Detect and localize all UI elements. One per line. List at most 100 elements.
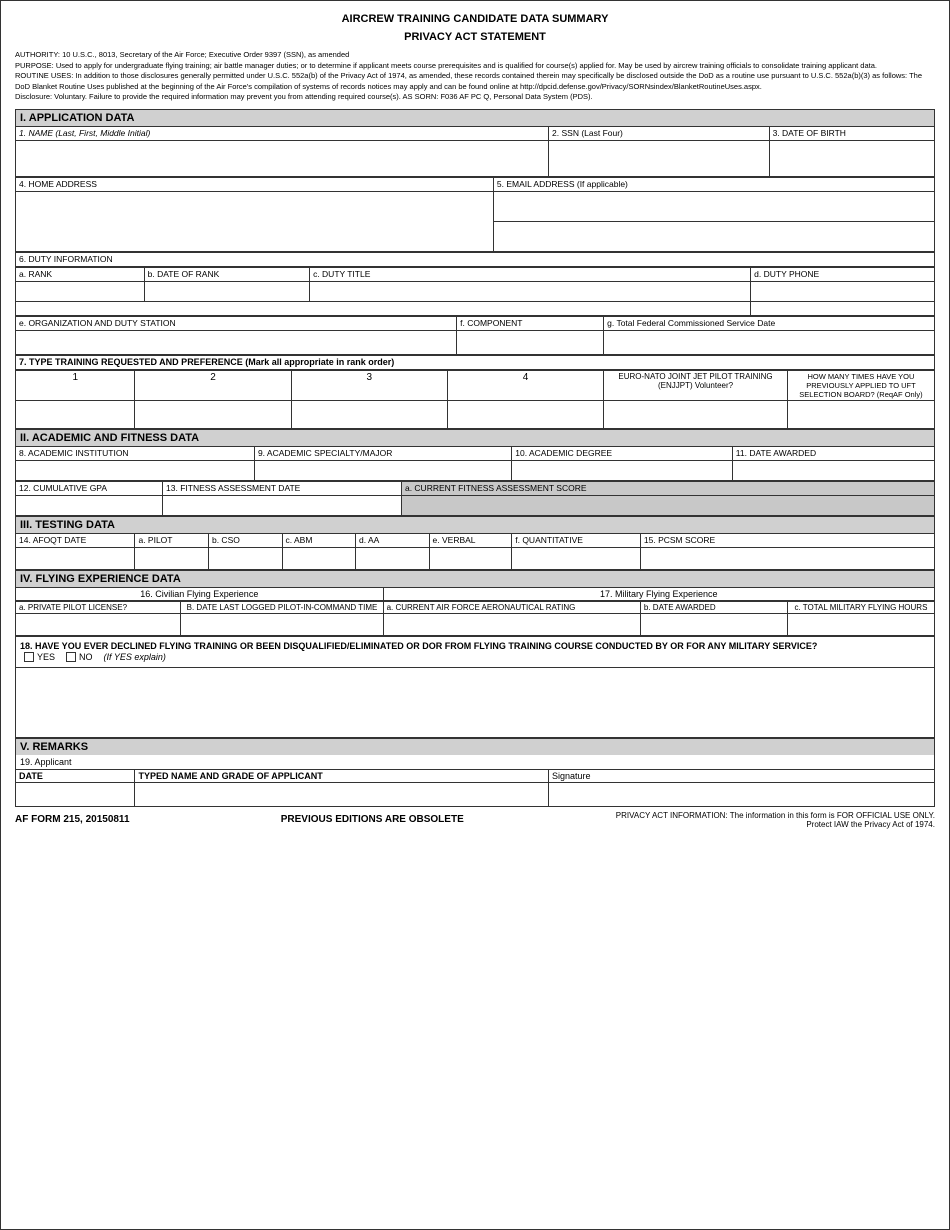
signature-label: Signature <box>552 771 591 781</box>
rank-input[interactable] <box>16 281 145 301</box>
date-sig-label-cell: DATE <box>16 769 135 782</box>
type-training-label-table: 7. TYPE TRAINING REQUESTED AND PREFERENC… <box>15 355 935 370</box>
fitness-date-label-cell: 13. FITNESS ASSESSMENT DATE <box>163 481 402 495</box>
total-military-label: c. TOTAL MILITARY FLYING HOURS <box>795 603 928 612</box>
address-email-table: 4. HOME ADDRESS 5. EMAIL ADDRESS (If app… <box>15 177 935 252</box>
component-label: f. COMPONENT <box>460 318 600 328</box>
fitness-score-label-cell: a. CURRENT FITNESS ASSESSMENT SCORE <box>401 481 934 495</box>
section-ii-header: II. ACADEMIC AND FITNESS DATA <box>15 429 935 446</box>
q18-cell: 18. HAVE YOU EVER DECLINED FLYING TRAINI… <box>16 636 935 667</box>
type-training-label: 7. TYPE TRAINING REQUESTED AND PREFERENC… <box>19 357 931 367</box>
date-awarded-label-cell: 11. DATE AWARDED <box>732 446 934 460</box>
pref-col2-input[interactable] <box>135 400 291 428</box>
date-sig-label: DATE <box>19 771 43 781</box>
private-pilot-input[interactable] <box>16 613 181 635</box>
rank-extra <box>16 301 751 315</box>
title-line2: PRIVACY ACT STATEMENT <box>15 29 935 47</box>
dob-label: 3. DATE OF BIRTH <box>773 128 931 138</box>
flying-sublabel-table: a. PRIVATE PILOT LICENSE? B. DATE LAST L… <box>15 601 935 636</box>
enjjpt-input[interactable] <box>604 400 788 428</box>
typed-name-input[interactable] <box>135 782 549 806</box>
typed-name-label-cell: TYPED NAME AND GRADE OF APPLICANT <box>135 769 549 782</box>
military-flying-label: 17. Military Flying Experience <box>600 589 718 599</box>
specialty-input[interactable] <box>254 460 511 480</box>
duty-title-label: c. DUTY TITLE <box>313 269 747 279</box>
name-input-cell[interactable] <box>16 140 549 176</box>
remarks19-label: 19. Applicant <box>15 755 935 769</box>
pilot-input[interactable] <box>135 547 209 569</box>
authority-line2: PURPOSE: Used to apply for undergraduate… <box>15 61 935 72</box>
enjjpt-label: EURO-NATO JOINT JET PILOT TRAINING (ENJJ… <box>618 372 772 390</box>
ssn-input-cell[interactable] <box>549 140 770 176</box>
degree-label-cell: 10. ACADEMIC DEGREE <box>512 446 733 460</box>
pilot-label-cell: a. PILOT <box>135 533 209 547</box>
testing-table: 14. AFOQT DATE a. PILOT b. CSO c. ABM d.… <box>15 533 935 570</box>
date-sig-input[interactable] <box>16 782 135 806</box>
verbal-input[interactable] <box>429 547 512 569</box>
no-checkbox[interactable] <box>66 652 76 662</box>
date-rank-label: b. DATE OF RANK <box>148 269 306 279</box>
title-line1: AIRCREW TRAINING CANDIDATE DATA SUMMARY <box>15 11 935 29</box>
yes-checkbox[interactable] <box>24 652 34 662</box>
total-military-input[interactable] <box>787 613 934 635</box>
verbal-label: e. VERBAL <box>433 535 509 545</box>
gpa-label: 12. CUMULATIVE GPA <box>19 483 159 493</box>
org-input[interactable] <box>16 330 457 354</box>
pref-col1-input[interactable] <box>16 400 135 428</box>
enjjpt-label-cell: EURO-NATO JOINT JET PILOT TRAINING (ENJJ… <box>604 370 788 400</box>
q18-explanation-input[interactable] <box>16 667 935 737</box>
af-aero-input[interactable] <box>383 613 640 635</box>
name-label: 1. NAME (Last, First, Middle Initial) <box>19 128 545 138</box>
authority-text: AUTHORITY: 10 U.S.C., 8013, Secretary of… <box>15 50 935 103</box>
pref-col3-input[interactable] <box>291 400 447 428</box>
pref-col1-label: 1 <box>16 370 135 400</box>
federal-service-input[interactable] <box>604 330 935 354</box>
federal-service-label: g. Total Federal Commissioned Service Da… <box>607 318 931 328</box>
no-label: NO <box>79 652 93 662</box>
signature-input[interactable] <box>549 782 935 806</box>
duty-info-label-cell: 6. DUTY INFORMATION <box>16 252 935 266</box>
date-awarded2-input[interactable] <box>640 613 787 635</box>
academic-table: 8. ACADEMIC INSTITUTION 9. ACADEMIC SPEC… <box>15 446 935 481</box>
duty-title-input[interactable] <box>310 281 751 301</box>
pcsm-label-cell: 15. PCSM SCORE <box>640 533 934 547</box>
form-number: AF FORM 215, 20150811 <box>15 814 130 825</box>
email-input-bottom[interactable] <box>493 221 934 251</box>
dob-input-cell[interactable] <box>769 140 934 176</box>
quantitative-input[interactable] <box>512 547 641 569</box>
academic-inst-label-cell: 8. ACADEMIC INSTITUTION <box>16 446 255 460</box>
gpa-label-cell: 12. CUMULATIVE GPA <box>16 481 163 495</box>
duty-phone-input[interactable] <box>751 281 935 301</box>
pcsm-input[interactable] <box>640 547 934 569</box>
date-rank-input[interactable] <box>144 281 309 301</box>
afoqt-date-input[interactable] <box>16 547 135 569</box>
footer-right-text: PRIVACY ACT INFORMATION: The information… <box>615 811 935 829</box>
component-input[interactable] <box>457 330 604 354</box>
duty-phone-extra[interactable] <box>751 301 935 315</box>
name-ssn-dob-table: 1. NAME (Last, First, Middle Initial) 2.… <box>15 126 935 177</box>
quantitative-label-cell: f. QUANTITATIVE <box>512 533 641 547</box>
date-awarded-input[interactable] <box>732 460 934 480</box>
gpa-input[interactable] <box>16 495 163 515</box>
how-many-input[interactable] <box>787 400 934 428</box>
home-address-input[interactable] <box>16 191 494 251</box>
degree-input[interactable] <box>512 460 733 480</box>
fitness-score-input[interactable] <box>401 495 934 515</box>
gpa-fitness-table: 12. CUMULATIVE GPA 13. FITNESS ASSESSMEN… <box>15 481 935 516</box>
date-last-logged-input[interactable] <box>181 613 383 635</box>
authority-line4: Disclosure: Voluntary. Failure to provid… <box>15 92 935 103</box>
abm-input[interactable] <box>282 547 356 569</box>
pcsm-label: 15. PCSM SCORE <box>644 535 931 545</box>
afoqt-date-label-cell: 14. AFOQT DATE <box>16 533 135 547</box>
pref-col4-input[interactable] <box>447 400 603 428</box>
cso-input[interactable] <box>208 547 282 569</box>
email-input-top[interactable] <box>493 191 934 221</box>
footer-center-text: PREVIOUS EDITIONS ARE OBSOLETE <box>281 814 464 825</box>
academic-inst-input[interactable] <box>16 460 255 480</box>
af-aero-label-cell: a. CURRENT AIR FORCE AERONAUTICAL RATING <box>383 601 640 613</box>
aa-input[interactable] <box>356 547 430 569</box>
authority-line1: AUTHORITY: 10 U.S.C., 8013, Secretary of… <box>15 50 935 61</box>
home-address-label-cell: 4. HOME ADDRESS <box>16 177 494 191</box>
fitness-date-input[interactable] <box>163 495 402 515</box>
pref-col2-text: 2 <box>210 372 216 383</box>
